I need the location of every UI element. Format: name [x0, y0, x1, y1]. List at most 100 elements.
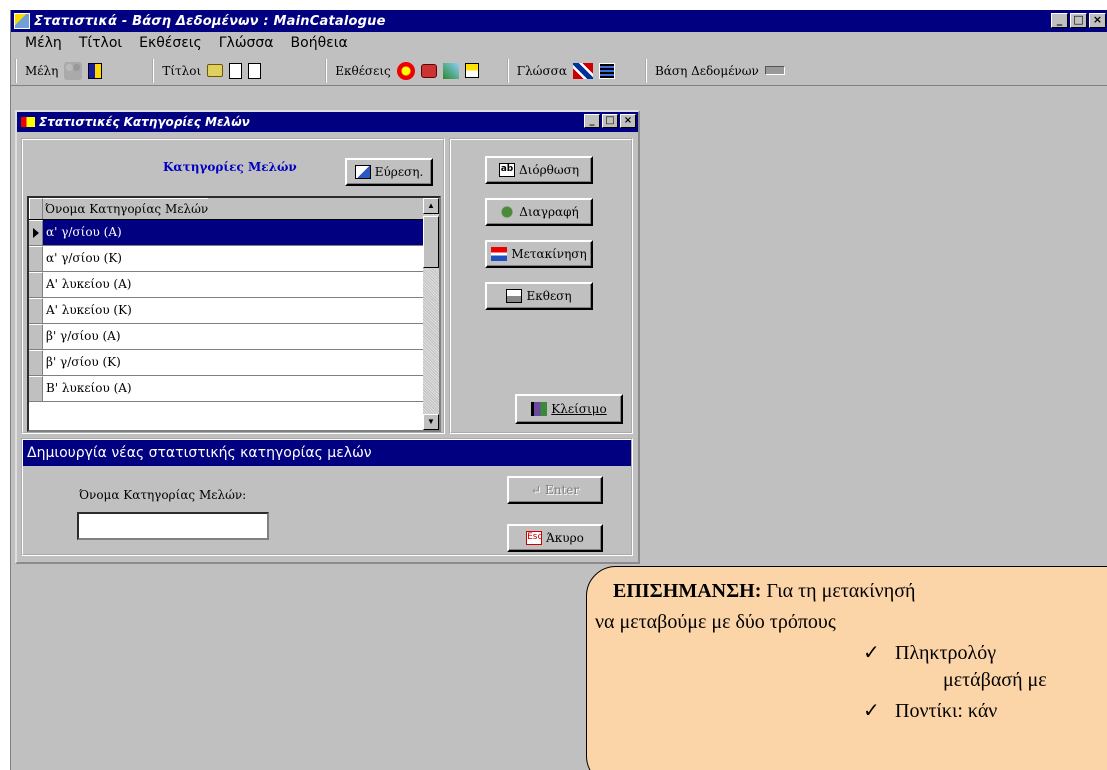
row-selector[interactable]: [29, 350, 43, 375]
table-cell[interactable]: Β' λυκείου (Α): [43, 376, 423, 401]
cancel-button-label: Άκυρο: [546, 531, 584, 545]
printer-icon: [506, 289, 523, 303]
column-header-category-name[interactable]: Όνομα Κατηγορίας Μελών: [43, 198, 209, 219]
new-category-panel: Δημιουργία νέας στατιστικής κατηγορίας μ…: [21, 438, 633, 556]
callout-heading: ΕΠΙΣΗΜΑΝΣΗ:: [613, 580, 762, 602]
new-category-title: Δημιουργία νέας στατιστικής κατηγορίας μ…: [23, 440, 631, 466]
edit-button-label: Διόρθωση: [518, 163, 580, 177]
titles-copy-icon[interactable]: [229, 62, 243, 79]
menu-reports[interactable]: Εκθέσεις: [139, 35, 202, 51]
row-selector[interactable]: [29, 298, 43, 323]
table-cell[interactable]: α' γ/σίου (Κ): [43, 246, 423, 271]
callout-bullet-1-text: Πληκτρολόγ: [895, 642, 997, 664]
grid-vertical-scrollbar[interactable]: ▲ ▼: [423, 198, 439, 430]
table-cell[interactable]: β' γ/σίου (Κ): [43, 350, 423, 375]
toolbar-reports-label: Εκθέσεις: [335, 63, 391, 78]
child-minimize-button[interactable]: _: [584, 114, 600, 128]
callout-bullet-2-text: Ποντίκι: κάν: [895, 700, 998, 722]
report-print-icon[interactable]: [420, 63, 437, 78]
scroll-up-arrow-icon[interactable]: ▲: [423, 198, 439, 214]
recycle-icon: [499, 205, 516, 219]
table-cell[interactable]: Α' λυκείου (Α): [43, 272, 423, 297]
categories-grid: Όνομα Κατηγορίας Μελών α' γ/σίου (Α) α' …: [27, 196, 441, 432]
row-selector[interactable]: [29, 246, 43, 271]
move-button[interactable]: Μετακίνηση: [485, 240, 593, 268]
edit-button[interactable]: ab Διόρθωση: [485, 156, 593, 184]
close-button-label: Κλείσιμο: [551, 402, 607, 416]
checkmark-icon: ✓: [863, 700, 880, 722]
titles-grid-icon[interactable]: [248, 62, 262, 79]
table-row[interactable]: α' γ/σίου (Κ): [29, 246, 423, 272]
toolbar-group-reports: Εκθέσεις: [325, 58, 479, 83]
table-row[interactable]: β' γ/σίου (Α): [29, 324, 423, 350]
report-export-icon[interactable]: [442, 62, 459, 79]
child-title-bar[interactable]: Στατιστικές Κατηγορίες Μελών _ □ ×: [17, 112, 638, 132]
esc-icon: Esc: [526, 531, 542, 545]
row-selector[interactable]: [29, 220, 43, 245]
toolbar-database-label: Βάση Δεδομένων: [654, 63, 759, 78]
minimize-button[interactable]: _: [1051, 13, 1068, 28]
maximize-button[interactable]: □: [1070, 13, 1087, 28]
delete-button-label: Διαγραφή: [519, 205, 579, 219]
category-name-input[interactable]: [77, 512, 269, 540]
member-book-icon[interactable]: [88, 62, 103, 79]
callout-line-1: ΕΠΙΣΗΜΑΝΣΗ: Για τη μετακίνησή: [613, 580, 915, 603]
close-window-button[interactable]: Κλείσιμο: [515, 394, 623, 424]
row-selector[interactable]: [29, 272, 43, 297]
row-selector[interactable]: [29, 376, 43, 401]
scroll-thumb[interactable]: [423, 216, 439, 268]
note-callout: ΕΠΙΣΗΜΑΝΣΗ: Για τη μετακίνησή να μεταβού…: [586, 566, 1107, 770]
greek-flag-icon[interactable]: [598, 62, 615, 79]
categories-heading: Κατηγορίες Μελών: [163, 160, 297, 174]
table-cell[interactable]: Α' λυκείου (Κ): [43, 298, 423, 323]
child-window-title: Στατιστικές Κατηγορίες Μελών: [39, 115, 250, 129]
menu-help[interactable]: Βοήθεια: [291, 35, 348, 51]
toolbar-members-label: Μέλη: [25, 63, 59, 78]
actions-panel: ab Διόρθωση Διαγραφή Μετακίνηση Εκθεση Κ…: [449, 138, 633, 434]
enter-arrow-icon: ↵: [530, 483, 541, 497]
categories-panel: Κατηγορίες Μελών Εύρεση. Όνομα Κατηγορία…: [21, 138, 445, 434]
close-button[interactable]: ×: [1089, 13, 1106, 28]
table-cell[interactable]: α' γ/σίου (Α): [43, 220, 423, 245]
table-row[interactable]: Α' λυκείου (Κ): [29, 298, 423, 324]
cancel-button[interactable]: Esc Άκυρο: [507, 524, 603, 552]
report-chart-icon[interactable]: [396, 61, 415, 80]
edit-icon: ab: [498, 163, 515, 177]
report-file-icon[interactable]: [464, 63, 479, 78]
find-icon: [354, 165, 371, 179]
toolbar: Μέλη Τίτλοι Εκθέσεις Γλώσσα Βάση Δεδομέν…: [11, 56, 1107, 86]
app-icon: [14, 13, 30, 29]
find-button[interactable]: Εύρεση.: [345, 158, 433, 186]
checkmark-icon: ✓: [863, 642, 880, 664]
enter-button-label: Enter: [544, 483, 580, 497]
enter-button[interactable]: ↵ Enter: [507, 476, 603, 504]
child-close-button[interactable]: ×: [620, 114, 636, 128]
english-flag-icon[interactable]: [572, 62, 593, 79]
move-icon: [491, 247, 508, 261]
menu-titles[interactable]: Τίτλοι: [79, 35, 122, 51]
table-cell[interactable]: β' γ/σίου (Α): [43, 324, 423, 349]
callout-line-2: να μεταβούμε με δύο τρόπους: [595, 611, 836, 633]
titles-folder-icon[interactable]: [207, 64, 224, 77]
toolbar-group-titles: Τίτλοι: [152, 58, 262, 83]
delete-button[interactable]: Διαγραφή: [485, 198, 593, 226]
child-maximize-button[interactable]: □: [602, 114, 618, 128]
menu-members[interactable]: Μέλη: [25, 35, 62, 51]
table-row[interactable]: Β' λυκείου (Α): [29, 376, 423, 402]
callout-bullet-2: ✓ Ποντίκι: κάν: [863, 698, 997, 723]
table-row[interactable]: β' γ/σίου (Κ): [29, 350, 423, 376]
table-row[interactable]: α' γ/σίου (Α): [29, 220, 423, 246]
grid-rows: α' γ/σίου (Α) α' γ/σίου (Κ) Α' λυκείου (…: [29, 220, 423, 402]
grid-header: Όνομα Κατηγορίας Μελών: [29, 198, 423, 220]
scroll-down-arrow-icon[interactable]: ▼: [423, 414, 439, 430]
grid-corner: [29, 198, 43, 219]
child-window-icon: [21, 117, 35, 127]
title-bar[interactable]: Στατιστικά - Βάση Δεδομένων : MainCatalo…: [11, 10, 1107, 32]
table-row[interactable]: Α' λυκείου (Α): [29, 272, 423, 298]
members-icon[interactable]: [64, 61, 83, 80]
callout-line-1-text: Για τη μετακίνησή: [761, 580, 916, 602]
menu-language[interactable]: Γλώσσα: [219, 35, 274, 51]
row-selector[interactable]: [29, 324, 43, 349]
member-categories-window: Στατιστικές Κατηγορίες Μελών _ □ × Κατηγ…: [15, 110, 640, 564]
report-button[interactable]: Εκθεση: [485, 282, 593, 310]
